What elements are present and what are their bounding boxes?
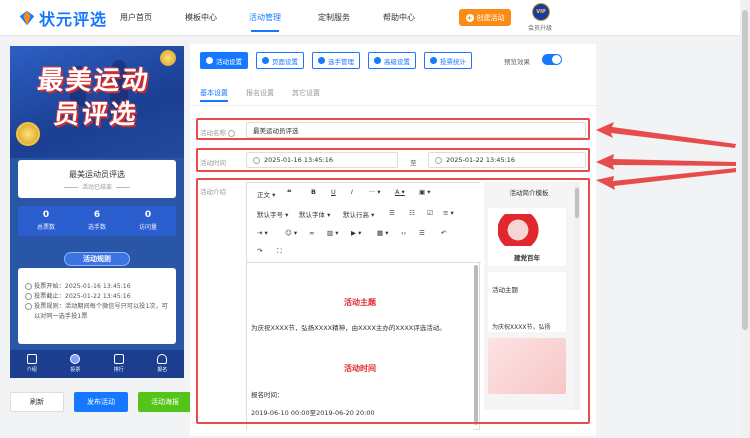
poster-button[interactable]: 活动海报	[138, 392, 192, 412]
rules-box: 投票开始：2025-01-16 13:45:16 投票截止：2025-01-22…	[18, 268, 176, 344]
bar-chart-icon	[430, 57, 437, 64]
tab-ranking[interactable]: 排行	[97, 350, 141, 378]
sliders-icon	[374, 57, 381, 64]
page-scroll-thumb[interactable]	[742, 10, 748, 330]
create-activity-label: 创建活动	[476, 13, 505, 22]
tab-label: 投票	[70, 367, 81, 373]
preview-toggle[interactable]	[542, 54, 562, 65]
clock-icon	[25, 283, 32, 290]
clock-icon	[25, 303, 32, 310]
clock-icon	[25, 293, 32, 300]
tab-vote[interactable]: 投票	[54, 350, 98, 378]
stat-label: 选手数	[87, 224, 106, 231]
rule-vote-start: 投票开始：2025-01-16 13:45:16	[25, 282, 171, 292]
user-icon	[157, 354, 168, 364]
stat-value: 0	[42, 210, 50, 220]
subtab-basic[interactable]: 基本设置	[200, 88, 228, 98]
tab-vote-stats[interactable]: 投票统计	[424, 52, 472, 69]
banner-title-line2: 员评选	[52, 100, 140, 130]
tab-label: 页面设置	[272, 57, 298, 66]
nav-help[interactable]: 帮助中心	[383, 12, 415, 23]
rules-button[interactable]: 活动规则	[64, 252, 130, 266]
tab-intro[interactable]: 介绍	[10, 350, 54, 378]
activity-info-card: 最美运动员评选 活动已结束	[18, 160, 176, 198]
stat-contestants: 6 选手数	[71, 210, 123, 231]
rule-vote-end: 投票截止：2025-01-22 13:45:16	[25, 292, 171, 302]
stat-value: 0	[144, 210, 152, 220]
preview-tabbar: 介绍 投票 排行 报名	[10, 350, 184, 378]
tab-advanced-settings[interactable]: 高级设置	[368, 52, 416, 69]
tab-label: 介绍	[26, 367, 37, 373]
gear-icon	[206, 57, 213, 64]
highlight-time-row	[196, 148, 590, 172]
stat-total-votes: 0 总票数	[20, 210, 72, 231]
subtab-underline	[200, 100, 228, 102]
medal-icon	[160, 50, 176, 66]
vip-badge-icon[interactable]: VIP	[532, 3, 550, 21]
rule-text: 投票截止：2025-01-22 13:45:16	[34, 293, 131, 300]
diamond-logo-icon	[19, 10, 35, 26]
tab-label: 报名	[157, 367, 168, 373]
preview-effect-label: 预览效果	[504, 58, 530, 66]
arrow-icon	[596, 168, 736, 190]
gear-icon	[262, 57, 269, 64]
tab-label: 高级设置	[384, 57, 410, 66]
stat-label: 总票数	[36, 224, 55, 231]
highlight-intro-row	[196, 178, 590, 424]
arrow-icon	[596, 154, 736, 170]
highlight-name-row	[196, 118, 590, 140]
activity-title: 最美运动员评选	[69, 170, 125, 179]
tab-page-settings[interactable]: 页面设置	[256, 52, 304, 69]
mobile-preview: 最美运动 员评选 最美运动员评选 活动已结束 0 总票数 6 选手数 0 访问量…	[10, 46, 184, 378]
divider	[190, 105, 596, 106]
top-navbar: 状元评选 用户首页 模板中心 活动管理 定制服务 帮助中心 + 创建活动 VIP…	[0, 0, 750, 36]
nav-active-underline	[251, 30, 279, 32]
stat-label: 访问量	[138, 224, 157, 231]
document-icon	[26, 354, 37, 364]
arrow-icon	[596, 122, 736, 148]
stats-panel: 0 总票数 6 选手数 0 访问量	[18, 206, 176, 236]
subtab-signup[interactable]: 报名设置	[246, 88, 274, 98]
banner-title-line1: 最美运动	[36, 66, 152, 96]
tab-signup[interactable]: 报名	[141, 350, 185, 378]
subtab-other[interactable]: 其它设置	[292, 88, 320, 98]
tab-label: 投票统计	[440, 57, 466, 66]
publish-button[interactable]: 发布活动	[74, 392, 128, 412]
users-icon	[318, 57, 325, 64]
stat-visits: 0 访问量	[122, 210, 174, 231]
page-scrollbar[interactable]	[740, 0, 750, 438]
tab-label: 排行	[113, 367, 124, 373]
rule-text: 投票规则：活动期间每个微信号只可以投1次，可以对同一选手投1票	[34, 303, 168, 320]
tab-label: 活动设置	[216, 57, 242, 66]
tab-label: 选手管理	[328, 57, 354, 66]
rule-text: 投票开始：2025-01-16 13:45:16	[34, 283, 131, 290]
create-activity-button[interactable]: + 创建活动	[459, 9, 511, 26]
logo-text: 状元评选	[39, 10, 108, 29]
vip-upgrade-label[interactable]: 会员升级	[528, 23, 552, 32]
vote-icon	[70, 354, 81, 364]
nav-templates[interactable]: 模板中心	[185, 12, 217, 23]
nav-home[interactable]: 用户首页	[120, 12, 152, 23]
logo[interactable]: 状元评选	[18, 8, 108, 29]
preview-banner: 最美运动 员评选	[10, 46, 184, 158]
rule-vote-rule: 投票规则：活动期间每个微信号只可以投1次，可以对同一选手投1票	[25, 302, 171, 322]
rules-button-label: 活动规则	[83, 255, 111, 263]
stat-value: 6	[93, 210, 101, 220]
nav-custom-service[interactable]: 定制服务	[318, 12, 350, 23]
nav-activity-manage[interactable]: 活动管理	[249, 12, 281, 23]
refresh-button[interactable]: 刷新	[10, 392, 64, 412]
tab-activity-settings[interactable]: 活动设置	[200, 52, 248, 69]
gold-medal-icon	[16, 122, 40, 146]
tab-contestant-manage[interactable]: 选手管理	[312, 52, 360, 69]
activity-status: 活动已结束	[18, 182, 176, 191]
annotation-arrows	[596, 122, 736, 190]
ranking-icon	[113, 354, 124, 364]
plus-icon: +	[465, 13, 474, 22]
vip-badge-text: VIP	[536, 9, 546, 15]
